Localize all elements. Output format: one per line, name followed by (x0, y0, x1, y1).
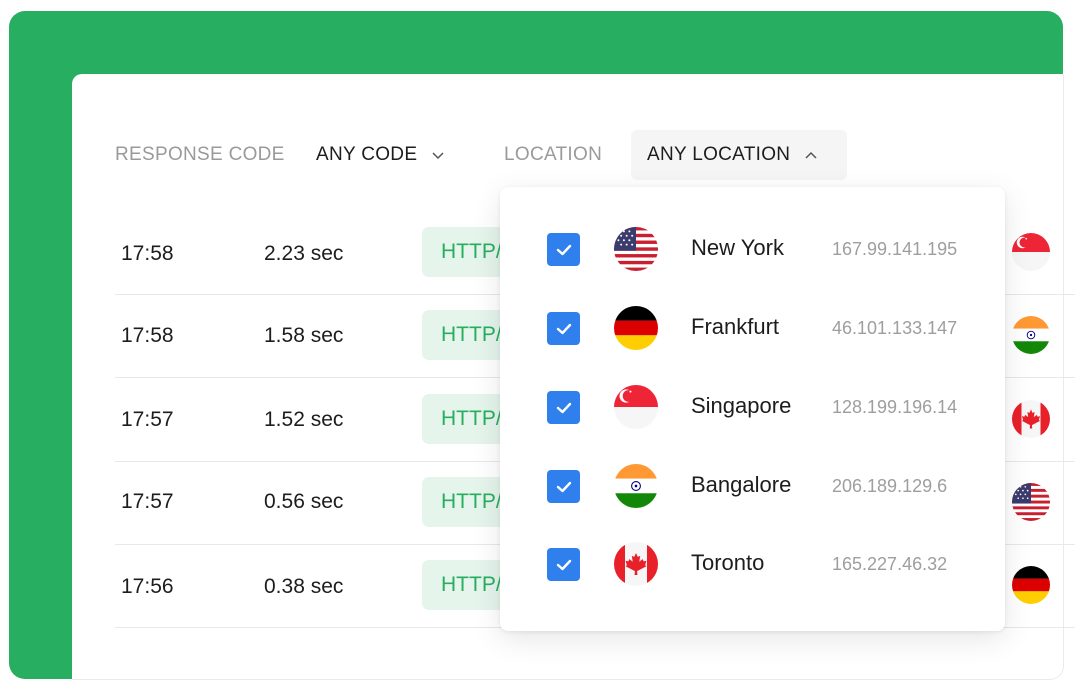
response-code-label: RESPONSE CODE (115, 144, 285, 165)
location-option-singapore[interactable]: Singapore 128.199.196.14 (500, 377, 1005, 437)
canada-flag-icon (1012, 400, 1050, 438)
germany-flag-icon (1012, 566, 1050, 604)
response-code-value: ANY CODE (316, 144, 418, 165)
checkmark-icon (556, 559, 571, 570)
location-ip: 206.189.129.6 (832, 476, 948, 496)
checkbox-checked[interactable] (547, 233, 580, 266)
location-option-toronto[interactable]: Toronto 165.227.46.32 (500, 534, 1005, 594)
location-option-bangalore[interactable]: Bangalore 206.189.129.6 (500, 456, 1005, 516)
chevron-down-icon (432, 152, 444, 160)
row-time: 17:56 (121, 575, 174, 598)
location-city: Frankfurt (691, 314, 780, 339)
location-city: Singapore (691, 393, 792, 418)
chevron-up-icon (805, 151, 817, 159)
checkmark-icon (556, 481, 571, 492)
row-time: 17:58 (121, 242, 174, 265)
row-duration: 2.23 sec (264, 242, 344, 265)
location-city: New York (691, 235, 784, 260)
location-option-new-york[interactable]: New York 167.99.141.195 (500, 219, 1005, 279)
location-ip: 46.101.133.147 (832, 318, 958, 338)
checkbox-checked[interactable] (547, 470, 580, 503)
checkbox-checked[interactable] (547, 312, 580, 345)
location-dropdown-menu: New York 167.99.141.195 Frankfurt 46.101… (500, 187, 1005, 631)
response-code-dropdown[interactable]: ANY CODE (316, 144, 447, 166)
singapore-flag-icon (614, 385, 658, 429)
row-time: 17:58 (121, 324, 174, 347)
singapore-flag-icon (1012, 233, 1050, 271)
india-flag-icon (1012, 316, 1050, 354)
row-duration: 1.52 sec (264, 408, 344, 431)
row-duration: 0.56 sec (264, 490, 344, 513)
location-dropdown-content[interactable]: ANY LOCATION (647, 144, 820, 166)
row-duration: 1.58 sec (264, 324, 344, 347)
india-flag-icon (614, 464, 658, 508)
location-city: Bangalore (691, 472, 792, 497)
location-city: Toronto (691, 550, 765, 575)
usa-flag-icon (614, 227, 658, 271)
usa-flag-icon (1012, 483, 1050, 521)
row-duration: 0.38 sec (264, 575, 344, 598)
row-time: 17:57 (121, 490, 174, 513)
location-ip: 165.227.46.32 (832, 554, 948, 574)
canada-flag-icon (614, 542, 658, 586)
location-ip: 128.199.196.14 (832, 397, 958, 417)
germany-flag-icon (614, 306, 658, 350)
checkmark-icon (556, 323, 571, 334)
checkbox-checked[interactable] (547, 548, 580, 581)
checkmark-icon (556, 244, 571, 255)
location-label: LOCATION (504, 144, 603, 165)
row-time: 17:57 (121, 408, 174, 431)
location-option-frankfurt[interactable]: Frankfurt 46.101.133.147 (500, 298, 1005, 358)
checkbox-checked[interactable] (547, 391, 580, 424)
location-value: ANY LOCATION (647, 144, 791, 165)
location-ip: 167.99.141.195 (832, 239, 958, 259)
checkmark-icon (556, 402, 571, 413)
